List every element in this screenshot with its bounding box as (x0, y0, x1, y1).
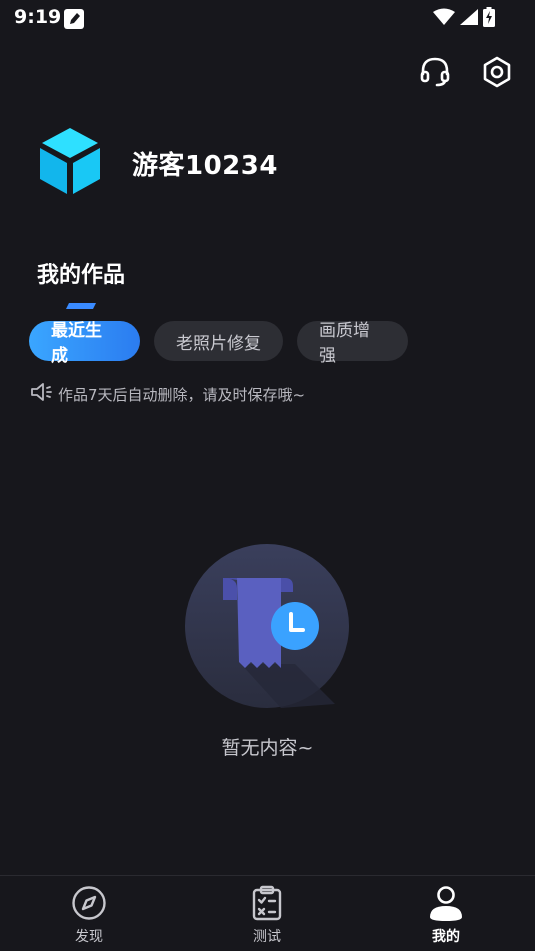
nav-discover-label: 发现 (75, 929, 103, 945)
headset-icon (418, 55, 452, 93)
title-underline (66, 294, 96, 309)
nav-mine[interactable]: 我的 (401, 884, 491, 948)
status-bar: 9:19 (0, 0, 535, 36)
user-icon (427, 884, 465, 922)
notice: 作品7天后自动删除，请及时保存哦~ (30, 382, 305, 406)
customer-service-button[interactable] (415, 54, 455, 94)
checklist-icon (248, 884, 286, 922)
tab-old-photo-restore[interactable]: 老照片修复 (154, 321, 283, 361)
wifi-icon (433, 8, 455, 26)
nav-test-label: 测试 (253, 929, 281, 945)
status-indicators (433, 7, 495, 27)
section-title: 我的作品 (37, 263, 126, 288)
bottom-navigation: 发现 测试 我的 (0, 875, 535, 951)
battery-icon (483, 7, 495, 27)
nav-test[interactable]: 测试 (222, 884, 312, 948)
notice-text: 作品7天后自动删除，请及时保存哦~ (58, 385, 306, 404)
username: 游客10234 (132, 151, 278, 181)
works-tabs: 最近生成 老照片修复 画质增强 (29, 321, 408, 366)
empty-state-illustration (185, 544, 349, 708)
settings-hexagon-icon (480, 55, 514, 93)
nav-discover[interactable]: 发现 (44, 884, 134, 948)
edit-note-icon (63, 8, 85, 30)
status-time: 9:19 (14, 6, 62, 28)
signal-icon (459, 8, 479, 26)
settings-button[interactable] (477, 54, 517, 94)
app-screen: 9:19 游客10234 我的作品 最近生成 老照片修复 画质增强 作品7天后自… (0, 0, 535, 951)
avatar[interactable] (34, 124, 106, 196)
empty-state-text: 暂无内容~ (221, 737, 314, 759)
tab-quality-enhance[interactable]: 画质增强 (297, 321, 408, 366)
compass-icon (70, 884, 108, 922)
nav-mine-label: 我的 (432, 929, 460, 945)
tab-recent[interactable]: 最近生成 (29, 321, 140, 366)
speaker-icon (30, 382, 54, 406)
